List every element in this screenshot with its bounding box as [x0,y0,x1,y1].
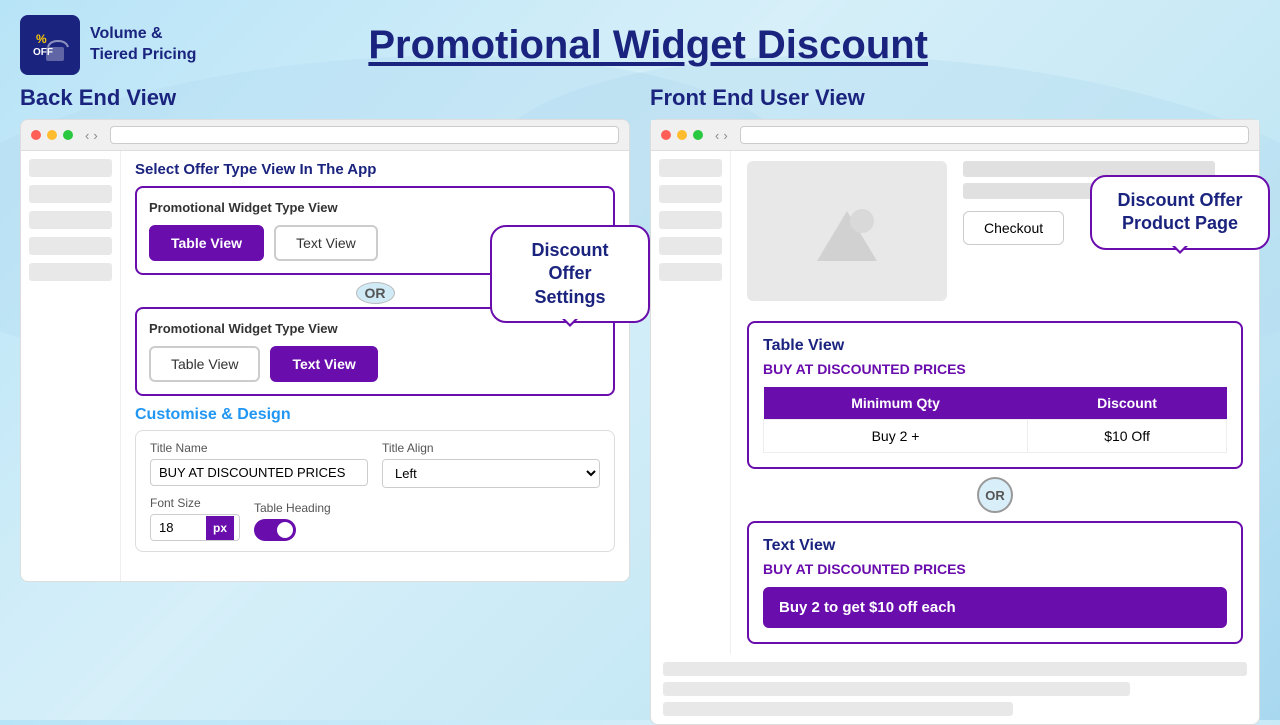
title-name-label: Title Name [150,441,368,455]
checkout-button[interactable]: Checkout [963,211,1064,245]
table-view-widget: Table View BUY AT DISCOUNTED PRICES Mini… [747,321,1243,469]
right-or-circle: OR [977,477,1013,513]
table-view-subtitle: BUY AT DISCOUNTED PRICES [763,361,1227,377]
form-group-title-align: Title Align Left Center Right [382,441,600,488]
left-column: Back End View Discount Offer Settings ‹ … [20,85,630,705]
right-speech-bubble: Discount Offer Product Page [1090,175,1270,250]
font-size-label: Font Size [150,496,240,510]
table-cell-qty: Buy 2 + [764,420,1028,453]
table-row: Buy 2 + $10 Off [764,420,1227,453]
forward-nav[interactable]: › [93,128,97,143]
right-dot-red [661,130,671,140]
sidebar-bar-1 [29,159,112,177]
url-bar[interactable] [110,126,619,144]
logo-text: Volume & Tiered Pricing [90,24,196,66]
font-size-input-wrapper: px [150,514,240,541]
table-view-button-2[interactable]: Table View [149,346,260,382]
table-heading-group: Table Heading [254,501,331,541]
product-image-svg [807,191,887,271]
left-sidebar [21,151,121,581]
widget-type-label-2: Promotional Widget Type View [149,321,601,336]
right-sidebar-bar-1 [659,159,722,177]
right-sidebar-bar-4 [659,237,722,255]
view-buttons-2: Table View Text View [149,346,601,382]
bottom-line-1 [663,662,1247,676]
logo: % OFF Volume & Tiered Pricing [20,15,196,75]
bottom-line-3 [663,702,1013,716]
right-back-nav[interactable]: ‹ [715,128,719,143]
left-main: Select Offer Type View In The App Promot… [121,151,629,581]
browser-nav: ‹ › [85,128,98,143]
bottom-line-2 [663,682,1130,696]
table-view-title: Table View [763,337,1227,355]
customise-title: Customise & Design [135,406,615,424]
title-name-input[interactable] [150,459,368,486]
table-heading-toggle[interactable] [254,519,296,541]
right-sidebar-bar-5 [659,263,722,281]
right-bottom-lines [651,654,1259,724]
left-browser-body: Select Offer Type View In The App Promot… [21,151,629,581]
table-header-qty: Minimum Qty [764,387,1028,420]
title-align-select-wrapper: Left Center Right [382,459,600,488]
main-title: Promotional Widget Discount [196,23,1100,68]
right-sidebar [651,151,731,654]
back-nav[interactable]: ‹ [85,128,89,143]
font-size-row: Font Size px Table Heading [150,496,600,541]
table-cell-discount: $10 Off [1028,420,1227,453]
logo-icon: % OFF [20,15,80,75]
right-browser-bar: ‹ › [651,120,1259,151]
font-size-group: Font Size px [150,496,240,541]
two-col-layout: Back End View Discount Offer Settings ‹ … [20,85,1260,705]
table-heading-label: Table Heading [254,501,331,515]
text-view-title: Text View [763,537,1227,555]
sidebar-bar-2 [29,185,112,203]
widget-type-label-1: Promotional Widget Type View [149,200,601,215]
right-dot-green [693,130,703,140]
select-offer-label: Select Offer Type View In The App [135,161,615,178]
table-header-discount: Discount [1028,387,1227,420]
right-dot-yellow [677,130,687,140]
title-align-label: Title Align [382,441,600,455]
text-view-button-2[interactable]: Text View [270,346,377,382]
right-col-title: Front End User View [650,85,1260,111]
left-browser-bar: ‹ › [21,120,629,151]
left-speech-bubble: Discount Offer Settings [490,225,650,323]
table-view-button-1[interactable]: Table View [149,225,264,261]
px-badge: px [206,516,234,540]
text-view-subtitle: BUY AT DISCOUNTED PRICES [763,561,1227,577]
right-browser-nav: ‹ › [715,128,728,143]
form-group-title-name: Title Name [150,441,368,488]
dot-yellow [47,130,57,140]
right-url-bar[interactable] [740,126,1249,144]
title-align-select[interactable]: Left Center Right [383,460,599,487]
text-view-widget: Text View BUY AT DISCOUNTED PRICES Buy 2… [747,521,1243,644]
dot-green [63,130,73,140]
header: % OFF Volume & Tiered Pricing Promotiona… [20,15,1260,75]
left-browser: ‹ › Select Offer [20,119,630,582]
sidebar-bar-4 [29,237,112,255]
discount-table: Minimum Qty Discount Buy 2 + $10 Off [763,387,1227,453]
right-sidebar-bar-3 [659,211,722,229]
dot-red [31,130,41,140]
sidebar-bar-3 [29,211,112,229]
right-column: Front End User View Discount Offer Produ… [650,85,1260,705]
product-image-placeholder [747,161,947,301]
font-size-input[interactable] [151,515,206,540]
form-row-1: Title Name Title Align Left Center [150,441,600,488]
text-view-button-1[interactable]: Text View [274,225,378,261]
right-sidebar-bar-2 [659,185,722,203]
right-or-row: OR [747,473,1243,517]
left-col-title: Back End View [20,85,630,111]
svg-text:%: % [36,32,47,46]
text-view-content: Buy 2 to get $10 off each [763,587,1227,628]
customise-card: Title Name Title Align Left Center [135,430,615,552]
sidebar-bar-5 [29,263,112,281]
right-forward-nav[interactable]: › [723,128,727,143]
